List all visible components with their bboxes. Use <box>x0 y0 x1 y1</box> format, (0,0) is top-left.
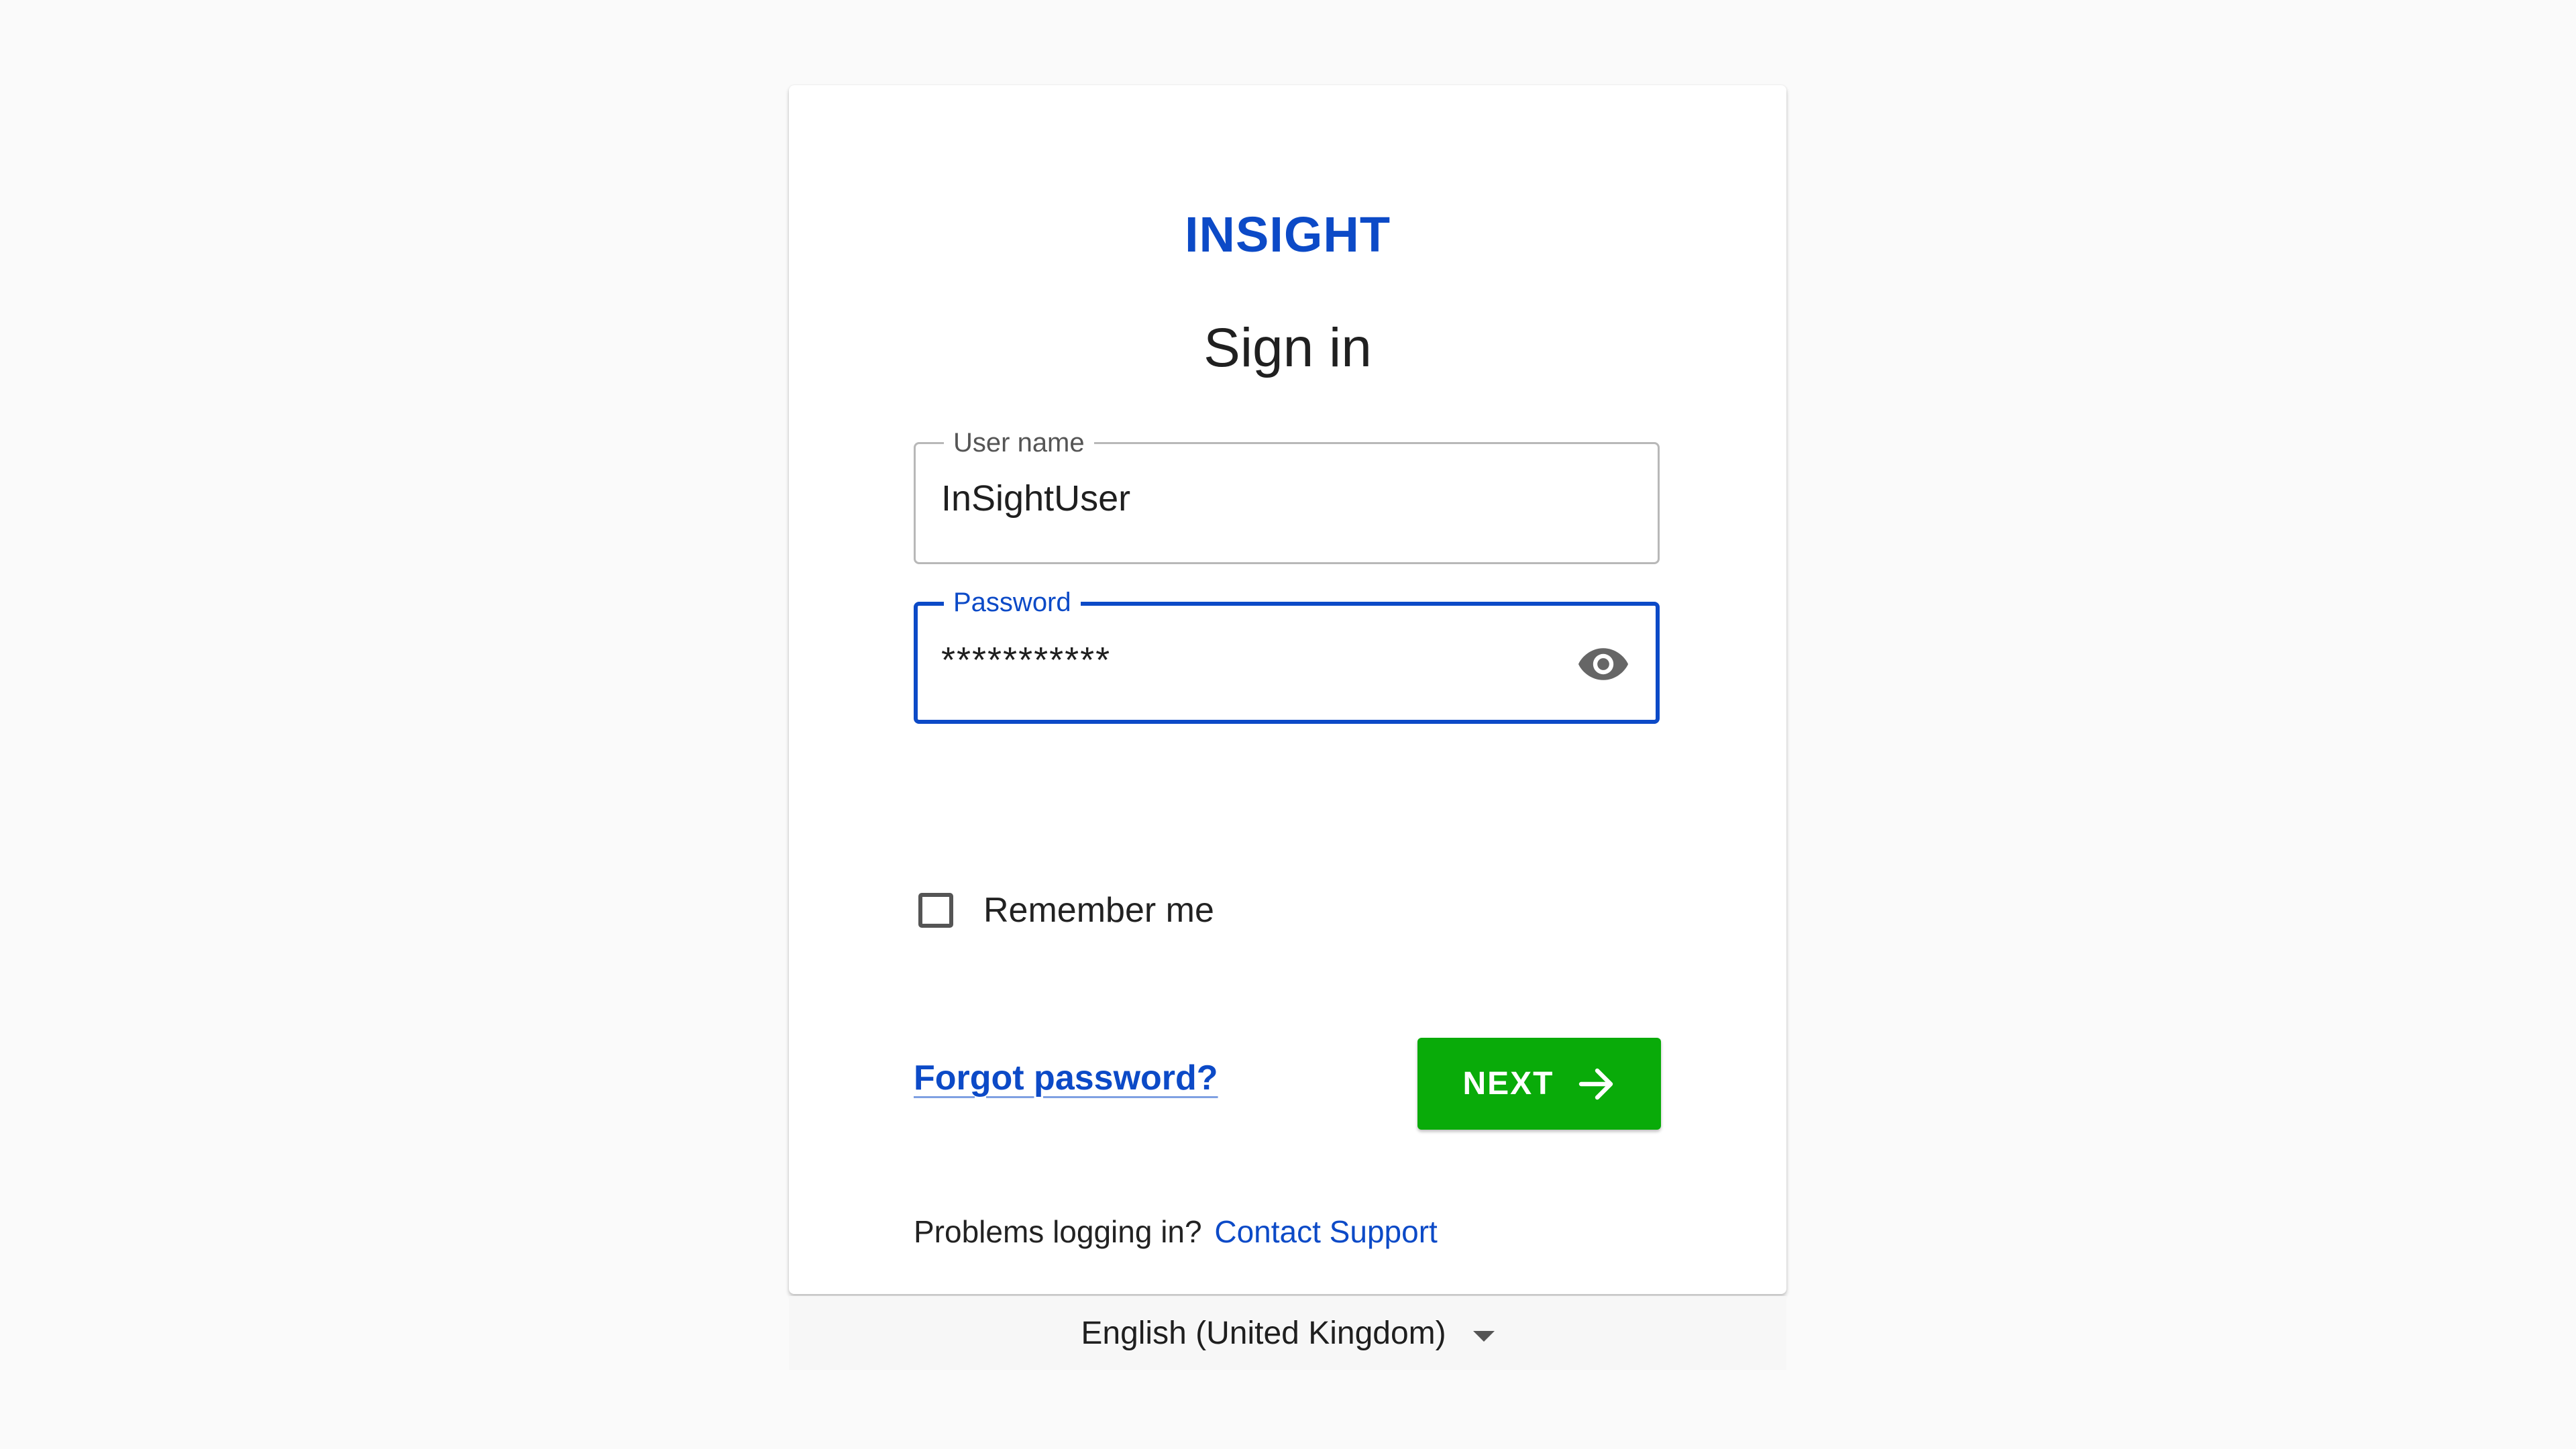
help-prompt: Problems logging in? <box>914 1214 1202 1249</box>
caret-down-icon <box>1472 1331 1495 1342</box>
language-selector[interactable]: English (United Kingdom) <box>789 1296 1786 1370</box>
page-title: Sign in <box>1203 317 1372 378</box>
username-input[interactable]: InSightUser <box>941 478 1130 519</box>
sign-in-page: INSIGHT Sign in User name InSightUser Pa… <box>0 0 2576 1449</box>
remember-me-label: Remember me <box>983 891 1214 930</box>
show-password-button[interactable] <box>1576 641 1630 688</box>
brand-logo: INSIGHT <box>1184 207 1391 262</box>
next-button-label: NEXT <box>1462 1066 1554 1102</box>
remember-me-row[interactable]: Remember me <box>918 887 1214 934</box>
contact-support-link[interactable]: Contact Support <box>1214 1214 1437 1249</box>
eye-icon <box>1578 648 1629 680</box>
password-input[interactable]: *********** <box>941 639 1111 681</box>
forgot-password-link[interactable]: Forgot password? <box>914 1058 1218 1098</box>
remember-me-checkbox[interactable] <box>918 893 953 928</box>
username-field[interactable]: User name InSightUser <box>914 427 1660 564</box>
sign-in-card: INSIGHT Sign in User name InSightUser Pa… <box>789 85 1786 1294</box>
password-label: Password <box>944 586 1081 619</box>
arrow-right-icon <box>1578 1068 1616 1100</box>
help-text: Problems logging in? Contact Support <box>914 1214 1438 1250</box>
password-field[interactable]: Password *********** <box>914 586 1660 724</box>
language-label: English (United Kingdom) <box>1081 1315 1446 1351</box>
username-label: User name <box>944 427 1094 459</box>
next-button[interactable]: NEXT <box>1417 1038 1661 1130</box>
